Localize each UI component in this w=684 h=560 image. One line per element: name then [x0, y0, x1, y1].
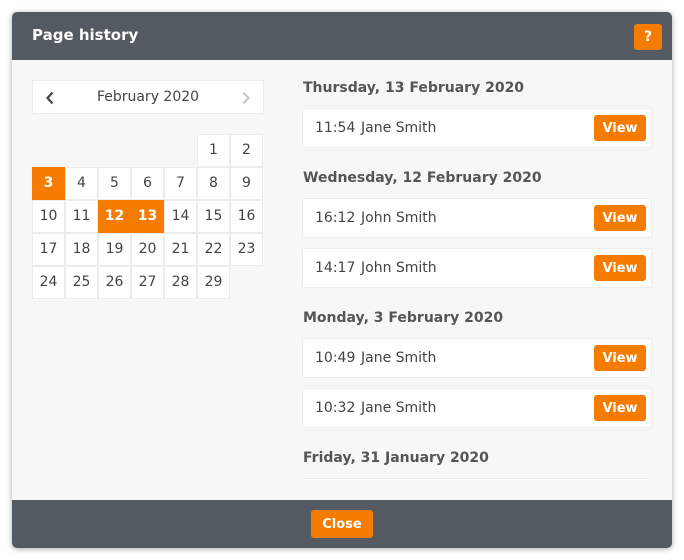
dialog-title: Page history: [32, 26, 139, 44]
calendar-day[interactable]: 26: [98, 266, 131, 299]
entry-time: 10:32: [315, 400, 356, 416]
entry-time: 16:12: [315, 210, 356, 226]
view-revision-button[interactable]: View: [594, 115, 646, 141]
calendar-day[interactable]: 17: [32, 233, 65, 266]
calendar-day[interactable]: 6: [131, 167, 164, 200]
calendar-day[interactable]: 18: [65, 233, 98, 266]
entry-time: 10:49: [315, 350, 356, 366]
entry-time: 11:54: [315, 120, 356, 136]
history-list: Thursday, 13 February 2020 11:54 Jane Smit…: [302, 72, 652, 480]
calendar-day[interactable]: 15: [197, 200, 230, 233]
calendar-day[interactable]: 19: [98, 233, 131, 266]
chevron-right-icon: [242, 91, 250, 104]
entry-user: Jane Smith: [361, 350, 437, 366]
calendar-day[interactable]: 29: [197, 266, 230, 299]
history-entry: 10:49 Jane Smith View: [302, 338, 652, 378]
calendar-day[interactable]: 10: [32, 200, 65, 233]
entry-user: Jane Smith: [361, 120, 437, 136]
calendar-day[interactable]: 3: [32, 167, 65, 200]
view-revision-button[interactable]: View: [594, 205, 646, 231]
calendar-day[interactable]: 27: [131, 266, 164, 299]
entry-user: John Smith: [361, 260, 437, 276]
history-date-heading: Wednesday, 12 February 2020: [303, 170, 542, 186]
page-history-dialog: Page history ? February 2020 1 2 3 4 5 6 7 8 9 10…: [12, 12, 672, 548]
calendar-day[interactable]: 16: [230, 200, 263, 233]
calendar-day[interactable]: 11: [65, 200, 98, 233]
calendar-header: February 2020: [32, 80, 264, 114]
calendar-day[interactable]: 4: [65, 167, 98, 200]
help-button[interactable]: ?: [634, 24, 662, 50]
calendar-day[interactable]: 14: [164, 200, 197, 233]
history-entry: [302, 478, 652, 480]
calendar-day[interactable]: 20: [131, 233, 164, 266]
calendar-day[interactable]: 24: [32, 266, 65, 299]
dialog-footer: Close: [12, 500, 672, 548]
next-month-button[interactable]: [231, 81, 261, 113]
calendar-grid: 1 2 3 4 5 6 7 8 9 10 11 12 13 14 15 16 17 18 19 20 21 22 23 24 2…: [32, 134, 263, 300]
calendar-day[interactable]: 25: [65, 266, 98, 299]
view-revision-button[interactable]: View: [594, 395, 646, 421]
entry-user: John Smith: [361, 210, 437, 226]
history-date-heading: Monday, 3 February 2020: [303, 310, 504, 326]
calendar-day[interactable]: 7: [164, 167, 197, 200]
calendar-month-label: February 2020: [96, 89, 200, 105]
history-entry: 16:12 John Smith View: [302, 198, 652, 238]
history-entry: 14:17 John Smith View: [302, 248, 652, 288]
calendar-day[interactable]: 5: [98, 167, 131, 200]
calendar-day[interactable]: 23: [230, 233, 263, 266]
view-revision-button[interactable]: View: [594, 345, 646, 371]
calendar-day[interactable]: 9: [230, 167, 263, 200]
calendar-day[interactable]: 12: [98, 200, 131, 233]
dialog-titlebar: Page history ?: [12, 12, 672, 60]
calendar-day[interactable]: 8: [197, 167, 230, 200]
history-date-heading: Friday, 31 January 2020: [303, 450, 489, 466]
entry-time: 14:17: [315, 260, 356, 276]
calendar-day[interactable]: 28: [164, 266, 197, 299]
calendar-day[interactable]: 21: [164, 233, 197, 266]
calendar-day[interactable]: 2: [230, 134, 263, 167]
calendar-day[interactable]: 1: [197, 134, 230, 167]
history-date-heading: Thursday, 13 February 2020: [303, 80, 525, 96]
calendar-day[interactable]: 13: [131, 200, 164, 233]
history-entry: 11:54 Jane Smith View: [302, 108, 652, 148]
view-revision-button[interactable]: View: [594, 255, 646, 281]
entry-user: Jane Smith: [361, 400, 437, 416]
calendar-day[interactable]: 22: [197, 233, 230, 266]
history-entry: 10:32 Jane Smith View: [302, 388, 652, 428]
close-button[interactable]: Close: [311, 510, 373, 538]
